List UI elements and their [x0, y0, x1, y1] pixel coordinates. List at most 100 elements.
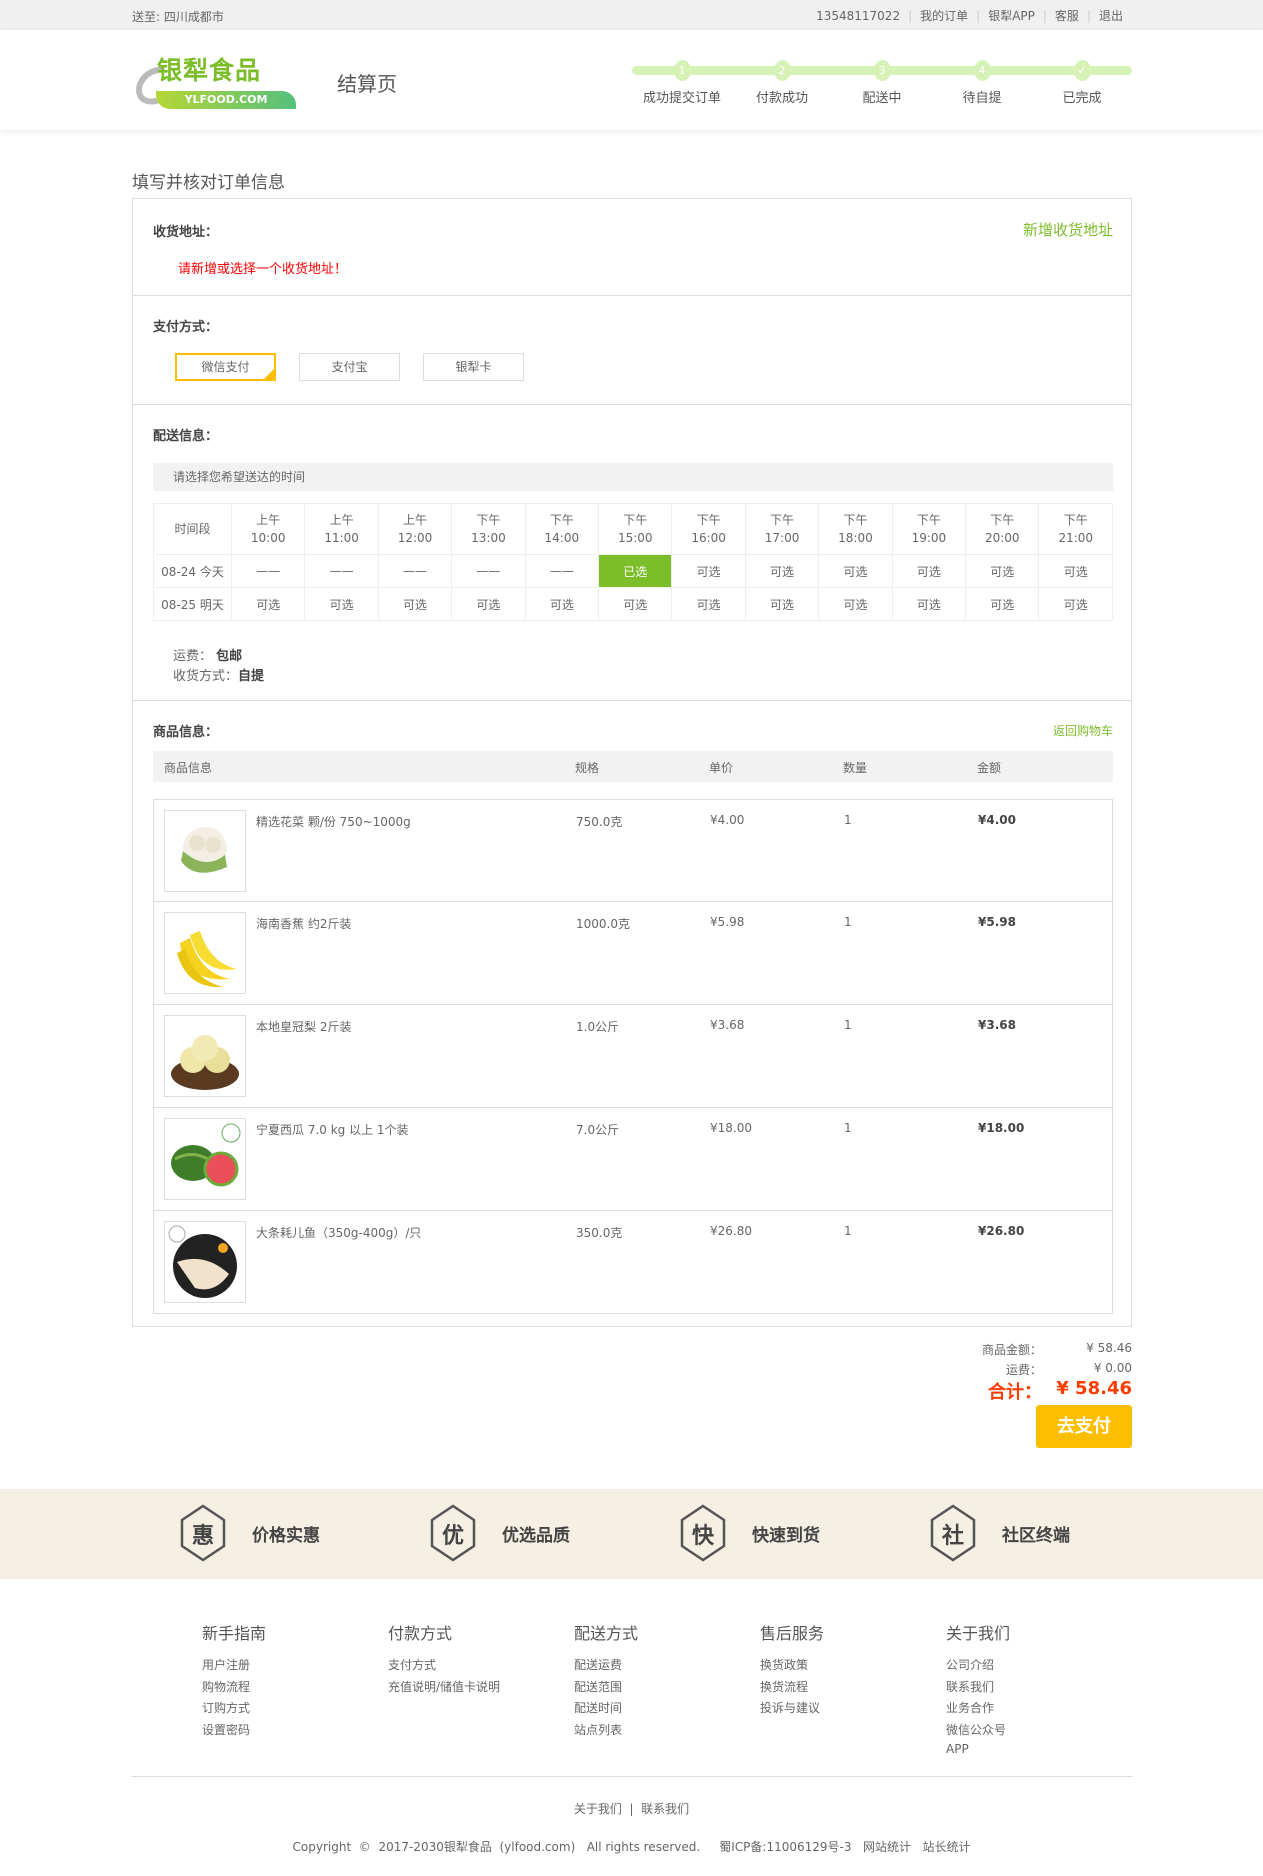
contact-link[interactable]: 联系我们 [641, 1802, 689, 1816]
feature-item: 社 社区终端 [930, 1503, 1070, 1563]
footer-link[interactable]: 换货流程 [760, 1678, 824, 1700]
pay-card-button[interactable]: 银犁卡 [423, 353, 524, 381]
goods-amount: ¥4.00 [978, 813, 1016, 827]
time-slot-cell: —— [377, 554, 453, 588]
time-slot-cell[interactable]: 可选 [818, 554, 893, 588]
fee-label: 运费： [1005, 1363, 1042, 1377]
banana-image[interactable] [164, 912, 246, 994]
site-stats-link[interactable]: 网站统计 [863, 1840, 911, 1854]
pay-button[interactable]: 去支付 [1036, 1405, 1132, 1448]
time-slot-cell[interactable]: 可选 [377, 587, 453, 621]
footer-link[interactable]: APP [946, 1742, 1010, 1764]
check-icon: ✓ [1073, 60, 1091, 81]
footer-column-title: 新手指南 [202, 1624, 267, 1643]
footer-link[interactable]: 投诉与建议 [760, 1699, 824, 1721]
footer-link[interactable]: 站点列表 [574, 1721, 638, 1743]
about-link[interactable]: 关于我们 [574, 1802, 622, 1816]
watermelon-image[interactable] [164, 1118, 246, 1200]
goods-name[interactable]: 大条耗儿鱼（350g-400g）/只 [256, 1224, 421, 1241]
time-slot-cell[interactable]: 可选 [671, 587, 746, 621]
time-slot-cell[interactable]: 可选 [965, 554, 1040, 588]
logo[interactable]: 银犁食品 YLFOOD.COM [133, 56, 328, 109]
time-slot-cell[interactable]: 已选 [598, 554, 673, 588]
goods-row: 本地皇冠梨 2斤装 1.0公斤 ¥3.68 1 ¥3.68 [153, 1005, 1113, 1108]
footer-link[interactable]: 配送时间 [574, 1699, 638, 1721]
goods-name[interactable]: 精选花菜 颗/份 750~1000g [256, 813, 411, 830]
fish-image[interactable] [164, 1221, 246, 1303]
footer-column: 配送方式 配送运费 配送范围 配送时间 站点列表 [574, 1620, 638, 1742]
user-phone[interactable]: 13548117022 [808, 9, 908, 23]
goods-title: 商品信息： [153, 725, 219, 740]
time-slot-cell[interactable]: 可选 [451, 587, 526, 621]
footer-link[interactable]: 配送范围 [574, 1678, 638, 1700]
footer-link[interactable]: 充值说明/储值卡说明 [388, 1678, 500, 1700]
footer-link[interactable]: 业务合作 [946, 1699, 1010, 1721]
time-slot-cell[interactable]: 可选 [891, 554, 967, 588]
app-link[interactable]: 银犁APP [980, 7, 1043, 24]
day-label: 08-24 今天 [153, 554, 232, 588]
webmaster-stats-link[interactable]: 站长统计 [922, 1840, 970, 1854]
logout-link[interactable]: 退出 [1091, 7, 1131, 24]
footer-column-title: 售后服务 [760, 1624, 825, 1643]
pay-alipay-button[interactable]: 支付宝 [299, 353, 400, 381]
time-slot-cell[interactable]: 可选 [891, 587, 967, 621]
back-to-cart-link[interactable]: 返回购物车 [1053, 722, 1113, 739]
add-address-link[interactable]: 新增收货地址 [1023, 219, 1113, 240]
goods-name[interactable]: 海南香蕉 约2斤装 [256, 915, 351, 932]
footer-link[interactable]: 公司介绍 [946, 1656, 1010, 1678]
goods-price: ¥5.98 [710, 915, 745, 929]
time-slot-cell: —— [524, 554, 600, 588]
time-slot-header: 下午 21:00 [1038, 503, 1113, 555]
icp-link[interactable]: 蜀ICP备:11006129号-3 [719, 1840, 851, 1854]
my-orders-link[interactable]: 我的订单 [912, 7, 976, 24]
footer-link[interactable]: 配送运费 [574, 1656, 638, 1678]
footer-link[interactable]: 用户注册 [202, 1656, 266, 1678]
time-slot-cell[interactable]: 可选 [304, 587, 379, 621]
footer-column-title: 关于我们 [946, 1624, 1011, 1643]
footer-link[interactable]: 微信公众号 [946, 1721, 1010, 1743]
goods-amount: ¥3.68 [978, 1018, 1016, 1032]
step-3: 3 配送中 [832, 60, 932, 106]
footer-divider [132, 1776, 1132, 1777]
footer-link[interactable]: 购物流程 [202, 1678, 266, 1700]
time-slot-cell[interactable]: 可选 [524, 587, 600, 621]
time-slot-header: 下午 14:00 [524, 503, 600, 555]
goods-price: ¥3.68 [710, 1018, 745, 1032]
time-slot-cell[interactable]: 可选 [1038, 554, 1113, 588]
service-link[interactable]: 客服 [1047, 7, 1087, 24]
logo-subtext: YLFOOD.COM [156, 91, 296, 109]
time-slot-cell[interactable]: 可选 [598, 587, 673, 621]
goods-row: 精选花菜 颗/份 750~1000g 750.0克 ¥4.00 1 ¥4.00 [153, 799, 1113, 902]
goods-row: 宁夏西瓜 7.0 kg 以上 1个装 7.0公斤 ¥18.00 1 ¥18.00 [153, 1108, 1113, 1211]
time-slot-header: 上午 12:00 [377, 503, 453, 555]
step-5: ✓ 已完成 [1032, 60, 1132, 106]
copyright: Copyright © 2017-2030银犁食品 (ylfood.com) A… [292, 1840, 971, 1854]
time-slot-cell[interactable]: 可选 [744, 554, 820, 588]
time-slot-header: 上午 11:00 [304, 503, 379, 555]
time-slot-header: 下午 20:00 [965, 503, 1040, 555]
delivery-location[interactable]: 送至: 四川成都市 [132, 8, 224, 25]
pear-image[interactable] [164, 1015, 246, 1097]
goods-row: 大条耗儿鱼（350g-400g）/只 350.0克 ¥26.80 1 ¥26.8… [153, 1211, 1113, 1314]
footer-link[interactable]: 订购方式 [202, 1699, 266, 1721]
goods-name[interactable]: 本地皇冠梨 2斤装 [256, 1018, 351, 1035]
cauliflower-image[interactable] [164, 810, 246, 892]
order-progress: 1 成功提交订单 2 付款成功 3 配送中 4 待自提 ✓ 已完成 [632, 60, 1132, 120]
time-slot-header: 下午 13:00 [451, 503, 526, 555]
time-slot-cell[interactable]: 可选 [818, 587, 893, 621]
footer-link[interactable]: 设置密码 [202, 1721, 266, 1743]
footer-link[interactable]: 联系我们 [946, 1678, 1010, 1700]
time-slot-cell[interactable]: 可选 [965, 587, 1040, 621]
feature-badge-icon: 快 [680, 1504, 726, 1562]
goods-amount: ¥ 58.46 [1086, 1341, 1132, 1355]
time-slot-cell[interactable]: 可选 [671, 554, 746, 588]
time-slot-cell[interactable]: 可选 [1038, 587, 1113, 621]
goods-name[interactable]: 宁夏西瓜 7.0 kg 以上 1个装 [256, 1121, 409, 1138]
time-slot-cell[interactable]: 可选 [230, 587, 306, 621]
time-slot-cell[interactable]: 可选 [744, 587, 820, 621]
footer-link[interactable]: 支付方式 [388, 1656, 500, 1678]
pay-wechat-button[interactable]: 微信支付 [175, 353, 276, 381]
goods-price: ¥26.80 [710, 1224, 752, 1238]
goods-spec: 1.0公斤 [576, 1020, 620, 1034]
footer-link[interactable]: 换货政策 [760, 1656, 824, 1678]
